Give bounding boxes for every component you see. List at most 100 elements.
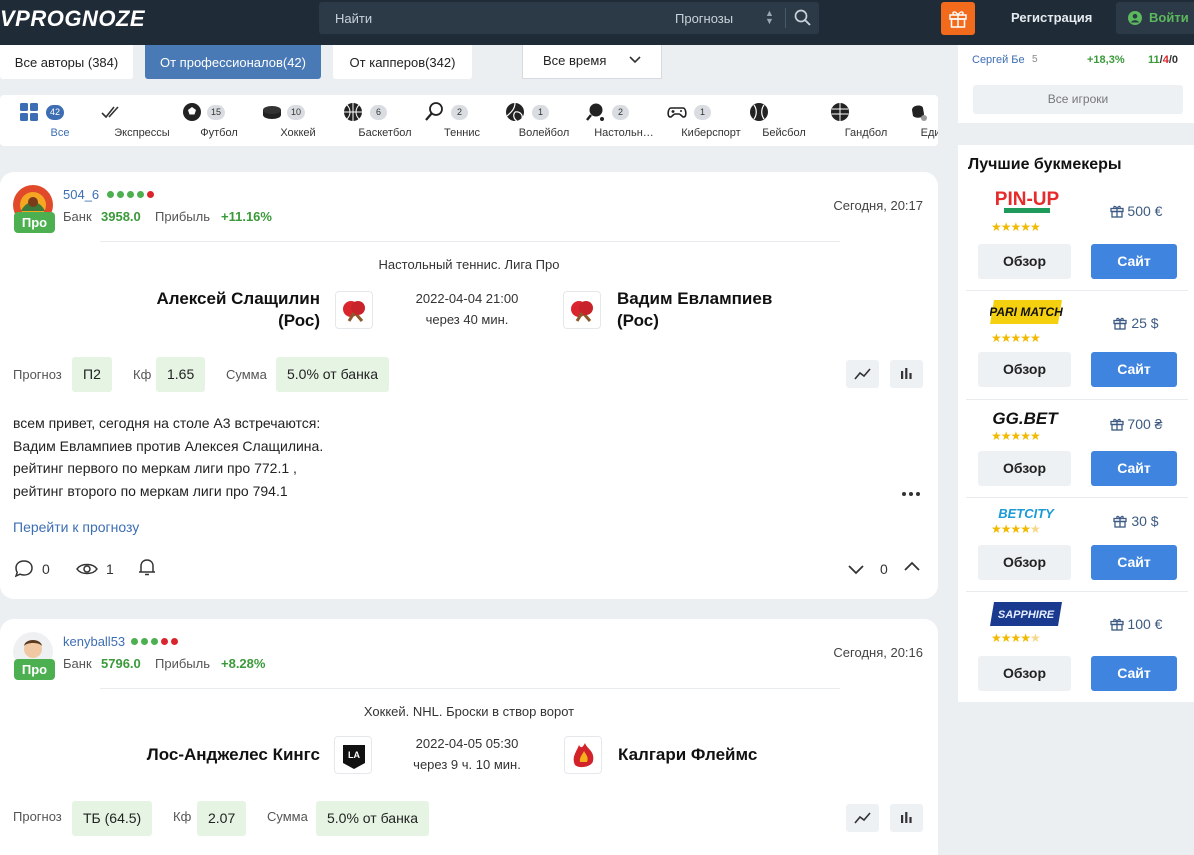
more-options-icon[interactable] [901,491,921,497]
team-away[interactable]: Калгари Флеймс [618,744,838,766]
sport-count-badge: 15 [207,105,226,120]
go-to-prediction-link[interactable]: Перейти к прогнозу [13,519,139,535]
top-player-rank: 5 [1032,54,1038,65]
match-time: 2022-04-04 21:00 через 40 мин. [387,288,547,330]
bell-icon[interactable] [137,557,157,577]
filter-all-authors[interactable]: Все авторы (384) [0,45,133,79]
table-tennis-logo-icon [571,301,593,322]
tab-sport-express[interactable]: Экспрессы [80,95,170,146]
bookmaker-logo-text: SAPPHIRE [998,609,1055,621]
profit-label: Прибыль [155,656,210,671]
team-away-country: (Рос) [617,311,659,330]
form-dot [151,638,158,645]
sport-label: Единобор [920,127,938,139]
post-date: Сегодня, 20:17 [833,198,923,213]
search-input[interactable]: Найти [335,11,372,26]
tab-sport-all[interactable]: 42 Все [0,95,69,146]
tab-sport-hockey[interactable]: 10 Хоккей [248,95,316,146]
tab-sport-basketball[interactable]: 6 Баскетбол [323,95,412,146]
review-button[interactable]: Обзор [978,451,1071,486]
bank-label: Банк [63,209,92,224]
tab-sport-baseball[interactable]: Бейсбол [734,95,806,146]
sport-label: Гандбол [844,127,888,139]
bonus-amount: 25 $ [1086,315,1186,331]
match-countdown: через 9 ч. 10 мин. [413,757,521,772]
match-datetime: 2022-04-05 05:30 [415,736,519,751]
tab-sport-martial-arts[interactable]: Единобор [886,95,938,146]
site-logo[interactable]: VPROGNOZE [0,6,145,32]
express-check-icon [101,106,119,119]
team-away[interactable]: Вадим Евлампиев (Рос) [617,288,837,332]
review-button[interactable]: Обзор [978,244,1071,279]
bar-chart-icon [901,812,912,823]
eye-icon [76,563,98,575]
top-player-name[interactable]: Сергей Бе [972,54,1025,66]
rating-stars: ★★★★★ [991,522,1041,536]
martial-arts-icon [912,105,927,121]
sum-value: 5.0% от банка [276,357,390,392]
search-scope-select[interactable]: Прогнозы [675,11,733,26]
prediction-card: Про 504_6 Банк 3958.0 Прибыль +11.16% Се… [0,172,938,599]
period-select[interactable]: Все время [522,45,662,79]
review-button[interactable]: Обзор [978,656,1071,691]
tab-sport-volleyball[interactable]: 1 Волейбол [488,95,569,146]
line-chart-button[interactable] [846,804,879,832]
login-label: Войти [1149,10,1189,25]
match-time: 2022-04-05 05:30 через 9 ч. 10 мин. [387,733,547,775]
post-date: Сегодня, 20:16 [833,645,923,660]
sapphire-logo[interactable]: SAPPHIRE [990,600,1064,628]
author-name[interactable]: kenyball53 [63,634,125,649]
filter-professionals[interactable]: От профессионалов(42) [145,45,321,79]
league-title[interactable]: Настольный теннис. Лига Про [0,257,938,272]
site-button[interactable]: Сайт [1091,545,1177,580]
tab-sport-football[interactable]: 15 Футбол [165,95,238,146]
sum-value: 5.0% от банка [316,801,430,836]
tab-sport-handball[interactable]: Гандбол [814,95,887,146]
team-home[interactable]: Алексей Слащилин (Рос) [120,288,320,332]
team-home[interactable]: Лос-Анджелес Кингс [100,744,320,766]
ggbet-logo[interactable]: GG.BET [990,404,1064,432]
filter-cappers[interactable]: От капперов(342) [333,45,472,79]
bar-chart-button[interactable] [890,804,923,832]
author-name[interactable]: 504_6 [63,187,99,202]
sports-tabs: 42 Все Экспрессы 15 Футбол 10 Хоккей 6 Б… [0,95,938,146]
bookmaker-logo-text: BETCITY [998,506,1055,521]
tab-sport-table-tennis[interactable]: 2 Настольн… [562,95,654,146]
parimatch-logo[interactable]: PARI MATCH [990,298,1064,326]
comment-icon[interactable] [14,559,34,579]
line-chart-button[interactable] [846,360,879,388]
team-away-logo [564,736,602,774]
search-bar[interactable]: Найти Прогнозы ▲ ▼ [319,2,819,34]
pin-up-logo[interactable]: PIN-UP [990,187,1064,215]
bookmaker-row: GG.BET ★★★★★ 700 ₴ Обзор Сайт [966,404,1186,504]
bar-chart-button[interactable] [890,360,923,388]
register-link[interactable]: Регистрация [1011,10,1092,25]
login-button[interactable]: Войти [1116,2,1194,34]
gift-button[interactable] [941,2,975,35]
tab-sport-tennis[interactable]: 2 Теннис [408,95,480,146]
form-dot [137,191,144,198]
sport-label: Футбол [200,127,238,139]
sort-caret-icon[interactable]: ▲ ▼ [765,9,774,26]
vote-down-icon[interactable] [846,559,866,579]
site-button[interactable]: Сайт [1091,451,1177,486]
site-button[interactable]: Сайт [1091,352,1177,387]
team-home-country: (Рос) [278,311,320,330]
review-button[interactable]: Обзор [978,352,1071,387]
form-dot [107,191,114,198]
tab-sport-esports[interactable]: 1 Киберспорт [645,95,741,146]
prediction-value: ТБ (64.5) [72,801,153,836]
votes-count: 0 [880,561,888,577]
site-button[interactable]: Сайт [1091,244,1177,279]
review-button[interactable]: Обзор [978,545,1071,580]
search-icon[interactable] [793,8,813,28]
pro-badge: Про [14,659,55,680]
all-players-button[interactable]: Все игроки [973,85,1183,114]
site-button[interactable]: Сайт [1091,656,1177,691]
gamepad-icon [667,107,687,118]
vote-up-icon[interactable] [902,557,922,577]
bank-value: 3958.0 [101,209,141,224]
league-title[interactable]: Хоккей. NHL. Броски в створ ворот [0,704,938,719]
divider [100,688,840,689]
form-dot [141,638,148,645]
